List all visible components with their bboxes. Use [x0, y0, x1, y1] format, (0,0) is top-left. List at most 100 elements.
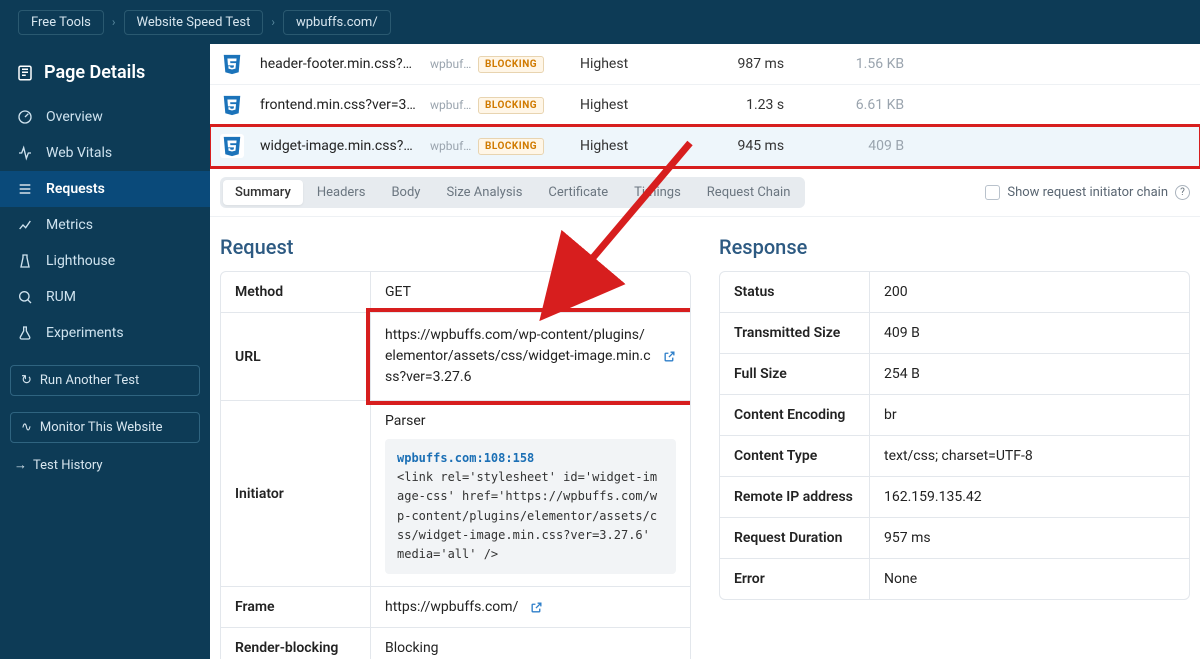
crumb-speed-test[interactable]: Website Speed Test — [124, 10, 264, 35]
blocking-badge: BLOCKING — [478, 138, 544, 155]
sidebar-item-metrics[interactable]: Metrics — [0, 207, 210, 243]
initiator-chain-checkbox[interactable] — [985, 185, 1000, 200]
requests-icon — [16, 181, 34, 197]
css-file-icon — [220, 52, 244, 76]
sidebar-item-webvitals[interactable]: Web Vitals — [0, 135, 210, 171]
sidebar-item-label: RUM — [46, 289, 76, 305]
response-key: Content Encoding — [720, 395, 870, 435]
overview-icon — [16, 109, 34, 125]
response-value: 200 — [870, 272, 1189, 312]
response-value: 254 B — [870, 354, 1189, 394]
request-time: 987 ms — [664, 56, 784, 72]
response-value: text/css; charset=UTF-8 — [870, 436, 1189, 476]
tab-certificate[interactable]: Certificate — [536, 180, 620, 205]
sidebar-item-experiments[interactable]: Experiments — [0, 315, 210, 351]
tab-headers[interactable]: Headers — [305, 180, 378, 205]
response-key: Request Duration — [720, 518, 870, 558]
request-size: 409 B — [784, 138, 904, 154]
css-file-icon — [220, 134, 244, 158]
sidebar-item-label: Experiments — [46, 325, 124, 341]
sidebar-item-label: Metrics — [46, 217, 93, 233]
initiator-code-box: wpbuffs.com:108:158 <link rel='styleshee… — [385, 439, 676, 574]
test-history-link[interactable]: → Test History — [14, 457, 196, 473]
table-row[interactable]: frontend.min.css?ver=3…wpbuf…BLOCKINGHig… — [210, 85, 1200, 126]
request-detail-tabs: SummaryHeadersBodySize AnalysisCertifica… — [220, 177, 805, 208]
sidebar-item-overview[interactable]: Overview — [0, 99, 210, 135]
request-panel: Request Method GET URL https://wpbuffs.c… — [220, 235, 691, 659]
request-domain: wpbuf… — [430, 139, 478, 153]
sidebar-item-rum[interactable]: RUM — [0, 279, 210, 315]
tab-size-analysis[interactable]: Size Analysis — [434, 180, 534, 205]
url-label: URL — [221, 313, 371, 400]
tab-body[interactable]: Body — [379, 180, 432, 205]
render-blocking-value: Blocking — [371, 628, 690, 659]
requests-table: header-footer.min.css?…wpbuf…BLOCKINGHig… — [210, 44, 1200, 167]
request-panel-title: Request — [220, 235, 691, 259]
help-icon[interactable]: ? — [1175, 185, 1190, 200]
crumb-site[interactable]: wpbuffs.com/ — [283, 10, 391, 35]
response-key: Status — [720, 272, 870, 312]
sidebar-header: Page Details — [0, 52, 210, 99]
monitor-website-button[interactable]: ∿ Monitor This Website — [10, 412, 200, 443]
response-key: Full Size — [720, 354, 870, 394]
sidebar-item-requests[interactable]: Requests — [0, 171, 210, 207]
page-details-icon — [16, 64, 34, 82]
request-time: 1.23 s — [664, 97, 784, 113]
response-key: Transmitted Size — [720, 313, 870, 353]
chevron-right-icon: › — [271, 15, 275, 29]
request-size: 6.61 KB — [784, 97, 904, 113]
sidebar-item-lighthouse[interactable]: Lighthouse — [0, 243, 210, 279]
initiator-source-link[interactable]: wpbuffs.com:108:158 — [397, 449, 664, 468]
chevron-right-icon: › — [112, 15, 116, 29]
webvitals-icon — [16, 145, 34, 161]
request-time: 945 ms — [664, 138, 784, 154]
response-value: 409 B — [870, 313, 1189, 353]
url-value: https://wpbuffs.com/wp-content/plugins/e… — [385, 325, 651, 388]
metrics-icon — [16, 217, 34, 233]
request-domain: wpbuf… — [430, 57, 478, 71]
response-value: br — [870, 395, 1189, 435]
tab-timings[interactable]: Timings — [622, 180, 693, 205]
crumb-free-tools[interactable]: Free Tools — [18, 10, 104, 35]
external-link-icon[interactable] — [663, 350, 676, 363]
blocking-badge: BLOCKING — [478, 56, 544, 73]
response-key: Error — [720, 559, 870, 599]
experiments-icon — [16, 325, 34, 341]
frame-value: https://wpbuffs.com/ — [385, 599, 518, 615]
table-row[interactable]: widget-image.min.css?…wpbuf…BLOCKINGHigh… — [210, 126, 1200, 167]
arrow-right-icon: → — [14, 457, 27, 473]
response-value: 162.159.135.42 — [870, 477, 1189, 517]
sidebar-item-label: Overview — [46, 109, 103, 125]
request-priority: Highest — [544, 97, 664, 113]
pulse-icon: ∿ — [21, 420, 32, 435]
request-priority: Highest — [544, 138, 664, 154]
run-another-test-button[interactable]: ↻ Run Another Test — [10, 365, 200, 396]
response-key: Remote IP address — [720, 477, 870, 517]
tab-summary[interactable]: Summary — [223, 180, 303, 205]
table-row[interactable]: header-footer.min.css?…wpbuf…BLOCKINGHig… — [210, 44, 1200, 85]
external-link-icon[interactable] — [530, 601, 543, 614]
request-domain: wpbuf… — [430, 98, 478, 112]
response-value: 957 ms — [870, 518, 1189, 558]
blocking-badge: BLOCKING — [478, 97, 544, 114]
breadcrumb: Free Tools › Website Speed Test › wpbuff… — [0, 0, 1200, 44]
method-value: GET — [371, 272, 690, 312]
request-name: widget-image.min.css?… — [260, 138, 430, 154]
request-size: 1.56 KB — [784, 56, 904, 72]
response-panel: Response Status200Transmitted Size409 BF… — [719, 235, 1190, 659]
render-blocking-label: Render-blocking — [221, 628, 371, 659]
sidebar: Page Details Overview Web Vitals Requests M… — [0, 44, 210, 659]
initiator-chain-label: Show request initiator chain — [1007, 185, 1168, 200]
method-label: Method — [221, 272, 371, 312]
tab-request-chain[interactable]: Request Chain — [695, 180, 803, 205]
sidebar-item-label: Requests — [46, 181, 105, 197]
sidebar-title: Page Details — [44, 62, 145, 83]
response-value: None — [870, 559, 1189, 599]
sidebar-item-label: Lighthouse — [46, 253, 115, 269]
frame-label: Frame — [221, 587, 371, 627]
request-name: frontend.min.css?ver=3… — [260, 97, 430, 113]
request-priority: Highest — [544, 56, 664, 72]
initiator-label: Initiator — [221, 401, 371, 586]
initiator-parser: Parser — [385, 413, 676, 429]
sidebar-item-label: Web Vitals — [46, 145, 112, 161]
